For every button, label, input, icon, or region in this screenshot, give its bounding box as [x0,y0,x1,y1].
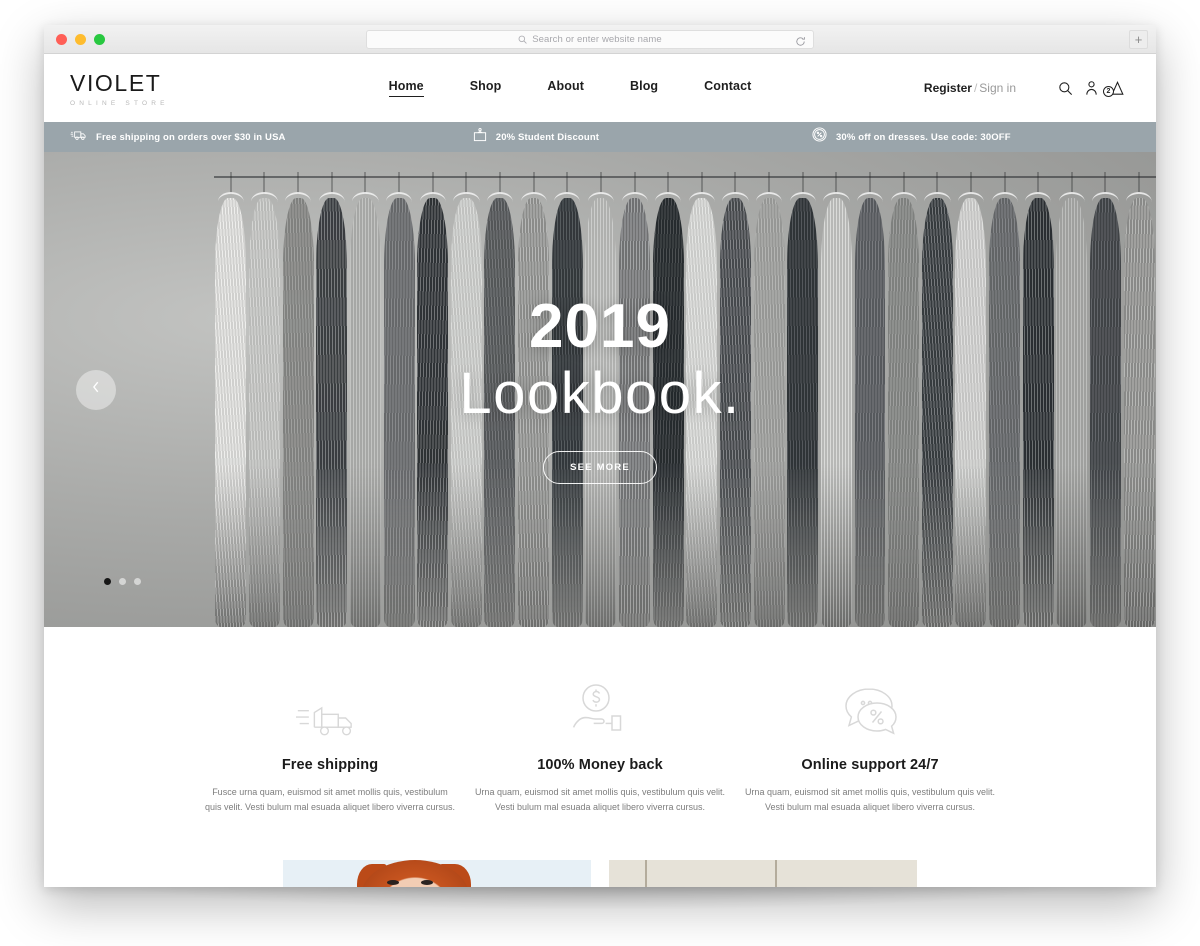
feature-text-money-back: Urna quam, euismod sit amet mollis quis,… [474,787,726,813]
feature-money-back: 100% Money back Urna quam, euismod sit a… [465,679,735,816]
truck-icon [70,128,87,146]
promo-item-free-shipping[interactable]: Free shipping on orders over $30 in USA [70,128,473,146]
promo-card-left[interactable] [283,859,591,887]
nav-item-shop[interactable]: Shop [470,79,502,97]
feature-online-support: Online support 24/7 Urna quam, euismod s… [735,679,1005,816]
nav-item-contact[interactable]: Contact [704,79,751,97]
slider-pagination [104,578,141,585]
promo-text-free-shipping: Free shipping on orders over $30 in USA [96,131,286,143]
promo-card-right[interactable] [609,859,917,887]
slider-dot-3[interactable] [134,578,141,585]
address-bar-content: Search or enter website name [518,34,662,45]
slider-prev-button[interactable] [76,369,116,410]
feature-free-shipping: Free shipping Fusce urna quam, euismod s… [195,679,465,816]
slider-dot-2[interactable] [119,578,126,585]
close-window-button[interactable] [56,34,67,45]
nav-item-blog[interactable]: Blog [630,79,658,97]
cart-count-badge: 2 [1103,86,1114,97]
header-actions: Register / Sign in 2 [880,80,1130,97]
account-separator: / [973,81,978,95]
model-eye-left [387,879,399,885]
feature-text-free-shipping: Fusce urna quam, euismod sit amet mollis… [204,787,456,813]
main-navigation: Home Shop About Blog Contact [260,79,880,97]
feature-title-money-back: 100% Money back [537,757,663,773]
percent-badge-icon [812,127,827,147]
browser-chrome: Search or enter website name + [44,25,1156,54]
hero-title-line-2: Lookbook. [459,361,741,427]
site-header: VIOLET ONLINE STORE Home Shop About Blog… [44,54,1156,122]
site-viewport: VIOLET ONLINE STORE Home Shop About Blog… [44,54,1156,887]
student-card-icon [473,127,487,147]
address-bar[interactable]: Search or enter website name [366,30,814,49]
hero-title-line-1: 2019 [529,291,671,361]
cart-icon[interactable]: 2 [1103,80,1130,97]
promo-text-student-discount: 20% Student Discount [495,131,600,143]
features-section: Free shipping Fusce urna quam, euismod s… [44,627,1156,816]
delivery-truck-icon [203,679,457,741]
money-back-hand-icon [473,679,727,741]
address-bar-placeholder: Search or enter website name [532,34,662,45]
browser-window: Search or enter website name + VIOLET ON… [44,25,1156,887]
hero-content: 2019 Lookbook. SEE MORE [44,152,1156,627]
account-links: Register / Sign in [924,81,1016,95]
slider-dot-1[interactable] [104,578,111,585]
minimize-window-button[interactable] [75,34,86,45]
feature-text-online-support: Urna quam, euismod sit amet mollis quis,… [744,787,996,813]
promo-text-dress-discount: 30% off on dresses. Use code: 30OFF [835,131,1011,143]
promo-bar: Free shipping on orders over $30 in USA … [44,122,1156,152]
promo-item-student-discount[interactable]: 20% Student Discount [473,127,812,147]
reload-icon[interactable] [795,34,806,52]
nav-item-about[interactable]: About [547,79,584,97]
site-logo[interactable]: VIOLET ONLINE STORE [70,70,260,107]
chat-support-icon [743,679,997,741]
logo-tagline: ONLINE STORE [70,99,169,107]
maximize-window-button[interactable] [94,34,105,45]
feature-title-online-support: Online support 24/7 [801,757,939,773]
search-icon [518,35,527,44]
model-eye-right [421,879,433,885]
window-controls [56,34,105,45]
nav-item-home[interactable]: Home [388,79,424,97]
new-tab-button[interactable]: + [1129,30,1148,49]
see-more-button[interactable]: SEE MORE [543,451,657,485]
feature-title-free-shipping: Free shipping [281,757,379,773]
promo-cards-row [44,859,1156,887]
search-icon[interactable] [1052,81,1078,96]
hero-title: 2019 Lookbook. [459,291,741,427]
page-root: Search or enter website name + VIOLET ON… [0,0,1200,946]
chevron-left-icon [90,380,102,399]
signin-link[interactable]: Sign in [979,81,1016,95]
user-icon[interactable] [1078,80,1104,96]
register-link[interactable]: Register [924,81,972,95]
promo-item-dress-discount[interactable]: 30% off on dresses. Use code: 30OFF [812,127,1130,147]
hero-slider: 2019 Lookbook. SEE MORE [44,152,1156,627]
logo-name: VIOLET [70,69,162,96]
